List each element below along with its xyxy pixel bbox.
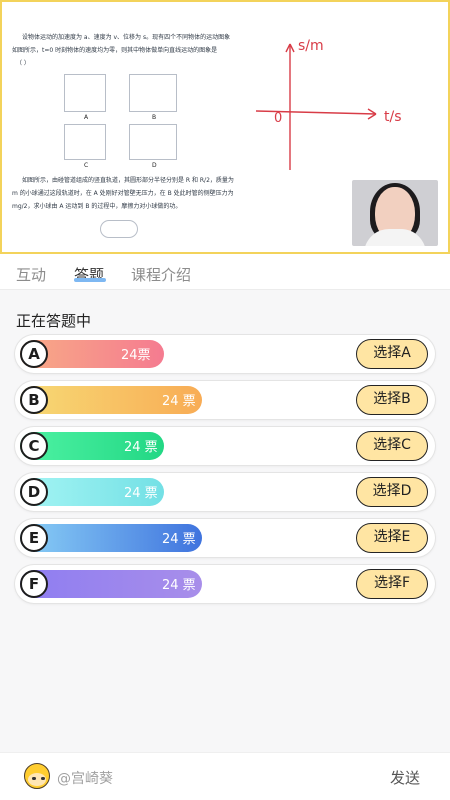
avatar-right-eye [41,777,45,780]
answering-status: 正在答题中 [16,312,92,330]
track-diagram [100,220,138,238]
vote-count-c: 24 票 [124,440,158,455]
answer-option-e: E 24 票 选择E [15,519,435,557]
option-letter-b: B [20,386,48,414]
answer-option-c: C 24 票 选择C [15,427,435,465]
handwritten-axes: s/m t/s 0 [255,38,402,170]
choose-d-button[interactable]: 选择D [356,477,428,507]
graph-d [129,124,177,160]
teacher-video[interactable] [352,180,438,246]
choose-f-button[interactable]: 选择F [356,569,428,599]
tab-course-intro[interactable]: 课程介绍 [131,264,191,285]
graph-label-d: D [152,162,157,169]
graph-label-a: A [84,114,89,121]
question-line: mg/2，求小球由 A 运动到 B 的过程中，摩擦力对小球做的功。 [12,203,182,210]
active-tab-indicator [74,278,106,282]
graph-b [129,74,177,112]
graph-c [64,124,106,160]
question-line: 设物体运动的加速度为 a、速度为 v、位移为 s。现有四个不同物体的运动图象 [22,34,231,41]
x-axis-label: t/s [384,109,402,125]
vote-count-b: 24 票 [162,394,196,409]
choose-c-button[interactable]: 选择C [356,431,428,461]
quiz-screen: 设物体运动的加速度为 a、速度为 v、位移为 s。现有四个不同物体的运动图象 如… [0,0,450,800]
graph-label-c: C [84,162,89,169]
tab-interaction[interactable]: 互动 [16,264,46,285]
vote-count-a: 24票 [121,348,151,363]
answer-option-b: B 24 票 选择B [15,381,435,419]
y-axis-label: s/m [298,38,324,54]
answer-option-d: D 24 票 选择D [15,473,435,511]
choose-e-button[interactable]: 选择E [356,523,428,553]
tab-bar: 互动 答题 课程介绍 [0,254,450,290]
whiteboard: 设物体运动的加速度为 a、速度为 v、位移为 s。现有四个不同物体的运动图象 如… [0,0,450,254]
chat-input[interactable]: @宫崎葵 [57,768,113,788]
send-button[interactable]: 发送 [390,767,420,788]
graph-a [64,74,106,112]
option-letter-a: A [20,340,48,368]
question-line: 如图所示，t=0 时刻物体的速度均为零，则其中物体做单向直线运动的图象是 [12,47,218,54]
question-line: （ ） [16,60,30,67]
vote-count-d: 24 票 [124,486,158,501]
choose-a-button[interactable]: 选择A [356,339,428,369]
choose-b-button[interactable]: 选择B [356,385,428,415]
option-letter-e: E [20,524,48,552]
avatar-left-eye [32,777,36,780]
graph-label-b: B [152,114,157,121]
question-line: m 的小球通过这段轨道时，在 A 处刚好对管壁无压力，在 B 处此时管的侧壁压力… [12,190,234,197]
option-letter-c: C [20,432,48,460]
smiling-user-icon [24,763,50,789]
origin-label: 0 [274,111,282,126]
option-letter-f: F [20,570,48,598]
vote-count-e: 24 票 [162,532,196,547]
answer-option-a: A 24票 选择A [15,335,435,373]
answer-option-f: F 24 票 选择F [15,565,435,603]
question-document: 设物体运动的加速度为 a、速度为 v、位移为 s。现有四个不同物体的运动图象 如… [12,20,248,240]
option-letter-d: D [20,478,48,506]
vote-count-f: 24 票 [162,578,196,593]
chat-input-bar: @宫崎葵 发送 [0,752,450,800]
question-line: 如图所示，由碰管道组成的竖直轨道，其圆形部分半径分别是 R 和 R/2，质量为 [22,177,234,184]
